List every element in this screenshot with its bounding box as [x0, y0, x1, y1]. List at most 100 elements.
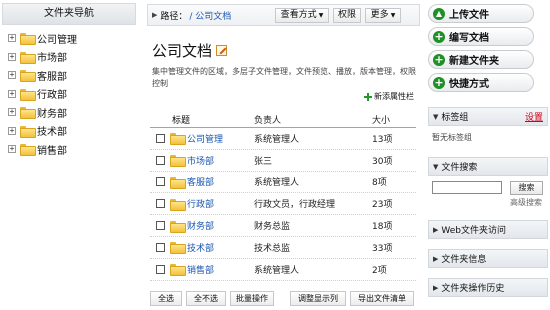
expand-icon[interactable]: + — [8, 52, 16, 61]
folder-icon — [20, 107, 36, 120]
breadcrumb[interactable]: / 公司文档 — [189, 9, 231, 22]
expand-icon[interactable]: + — [8, 34, 16, 43]
folder-history-panel-header[interactable]: ▶ 文件夹操作历史 — [428, 278, 548, 297]
select-all-button[interactable]: 全选 — [150, 291, 182, 306]
tags-panel-title: 标签组 — [441, 113, 469, 123]
arrow-up-icon: ▲ — [433, 7, 445, 20]
tree-item-sales[interactable]: + 销售部 — [0, 140, 138, 159]
table-row: 客服部 系统管理人 8项 — [150, 172, 416, 194]
tree-item-finance[interactable]: + 财务部 — [0, 103, 138, 122]
tree-item-admin[interactable]: + 行政部 — [0, 85, 138, 104]
path-bar: ▶ 路径： / 公司文档 查看方式 ▼ 权限 更多 ▼ — [147, 4, 420, 26]
folder-icon — [20, 51, 36, 64]
tree-item-label: 技术部 — [37, 127, 67, 139]
tree-item-support[interactable]: + 客服部 — [0, 66, 138, 85]
table-row: 行政部 行政文员，行政经理 23项 — [150, 193, 416, 216]
size-cell: 8项 — [372, 178, 387, 189]
table-row: 市场部 张三 30项 — [150, 150, 416, 172]
row-checkbox[interactable] — [155, 221, 165, 231]
view-mode-button[interactable]: 查看方式 ▼ — [275, 8, 329, 23]
row-checkbox[interactable] — [155, 133, 165, 143]
folder-link[interactable]: 行政部 — [187, 197, 214, 210]
folder-link[interactable]: 公司管理 — [187, 132, 223, 145]
row-checkbox[interactable] — [155, 199, 165, 209]
column-owner[interactable]: 负责人 — [254, 113, 372, 126]
search-input[interactable] — [432, 181, 502, 194]
row-checkbox[interactable] — [155, 155, 165, 165]
row-checkbox[interactable] — [155, 242, 165, 252]
folder-info-panel-title: 文件夹信息 — [441, 255, 487, 265]
folder-link[interactable]: 销售部 — [187, 263, 214, 276]
owner-cell: 财务总监 — [254, 222, 291, 233]
expand-icon[interactable]: + — [8, 71, 16, 80]
tree-item-company[interactable]: + 公司管理 — [0, 29, 138, 48]
more-button[interactable]: 更多 ▼ — [365, 8, 401, 23]
web-access-panel-header[interactable]: ▶ Web文件夹访问 — [428, 220, 548, 239]
folder-icon — [20, 125, 36, 138]
select-none-button[interactable]: 全不选 — [186, 291, 226, 306]
expand-icon[interactable]: + — [8, 108, 16, 117]
folder-icon — [20, 144, 36, 157]
shortcut-button[interactable]: + 快捷方式 — [428, 73, 534, 92]
expand-icon[interactable]: + — [8, 145, 16, 154]
tree-item-label: 销售部 — [37, 145, 67, 157]
row-checkbox[interactable] — [155, 264, 165, 274]
folder-link[interactable]: 市场部 — [187, 154, 214, 167]
caret-right-icon: ▶ — [433, 254, 439, 263]
shortcut-label: 快捷方式 — [449, 79, 489, 90]
folder-link[interactable]: 客服部 — [187, 175, 214, 188]
expand-icon[interactable]: + — [8, 126, 16, 135]
add-custom-column-label: 新添属性栏 — [374, 92, 414, 101]
folder-link[interactable]: 技术部 — [187, 241, 214, 254]
new-folder-button[interactable]: + 新建文件夹 — [428, 50, 534, 69]
adjust-columns-button[interactable]: 调整显示列 — [290, 291, 346, 306]
column-title[interactable]: 标题 — [170, 113, 254, 126]
table-header: 标题 负责人 大小 — [150, 111, 416, 128]
owner-cell: 系统管理人 — [254, 134, 300, 145]
folder-info-panel-header[interactable]: ▶ 文件夹信息 — [428, 249, 548, 268]
title-row: 公司文档 — [147, 40, 420, 61]
table-row: 公司管理 系统管理人 13项 — [150, 128, 416, 150]
folder-icon — [170, 220, 186, 233]
tree-item-marketing[interactable]: + 市场部 — [0, 48, 138, 67]
tree-item-tech[interactable]: + 技术部 — [0, 122, 138, 141]
write-document-button[interactable]: + 编写文档 — [428, 27, 534, 46]
write-document-label: 编写文档 — [449, 33, 489, 44]
folder-icon — [170, 133, 186, 146]
table-row: 技术部 技术总监 33项 — [150, 237, 416, 259]
tree-item-label: 公司管理 — [37, 34, 77, 46]
batch-operation-button[interactable]: 批量操作 — [230, 291, 274, 306]
export-list-button[interactable]: 导出文件清单 — [350, 291, 414, 306]
plus-icon: + — [433, 29, 445, 43]
tree-item-label: 客服部 — [37, 71, 67, 83]
edit-icon[interactable] — [216, 45, 228, 56]
upload-file-label: 上传文件 — [449, 10, 489, 21]
advanced-search-link[interactable]: 高级搜索 — [510, 197, 542, 208]
add-custom-column-link[interactable]: 新添属性栏 — [364, 91, 414, 102]
search-button[interactable]: 搜索 — [510, 181, 543, 195]
tags-settings-link[interactable]: 设置 — [525, 110, 543, 123]
permissions-button[interactable]: 权限 — [333, 8, 361, 23]
table-row: 销售部 系统管理人 2项 — [150, 259, 416, 281]
plus-icon: + — [433, 52, 445, 66]
folder-nav-title: 文件夹导航 — [2, 3, 136, 25]
page-title: 公司文档 — [152, 42, 213, 60]
folder-link[interactable]: 财务部 — [187, 219, 214, 232]
web-access-panel-title: Web文件夹访问 — [441, 226, 507, 236]
column-size[interactable]: 大小 — [372, 113, 416, 126]
folder-icon — [20, 88, 36, 101]
tags-panel-header[interactable]: ▼ 标签组 设置 — [428, 107, 548, 126]
search-panel-header[interactable]: ▼ 文件搜索 — [428, 157, 548, 176]
upload-file-button[interactable]: ▲ 上传文件 — [428, 4, 534, 23]
tree-item-label: 市场部 — [37, 53, 67, 65]
row-checkbox[interactable] — [155, 177, 165, 187]
caret-down-icon: ▼ — [390, 12, 396, 19]
new-folder-label: 新建文件夹 — [449, 56, 499, 67]
folder-icon — [20, 33, 36, 46]
folder-icon — [20, 70, 36, 83]
size-cell: 30项 — [372, 156, 393, 167]
expand-icon[interactable]: + — [8, 89, 16, 98]
table-row: 财务部 财务总监 18项 — [150, 215, 416, 237]
tree-item-label: 财务部 — [37, 108, 67, 120]
folder-nav: 文件夹导航 + 公司管理 + 市场部 + 客服部 + 行政部 + 财务部 + 技… — [0, 0, 138, 310]
